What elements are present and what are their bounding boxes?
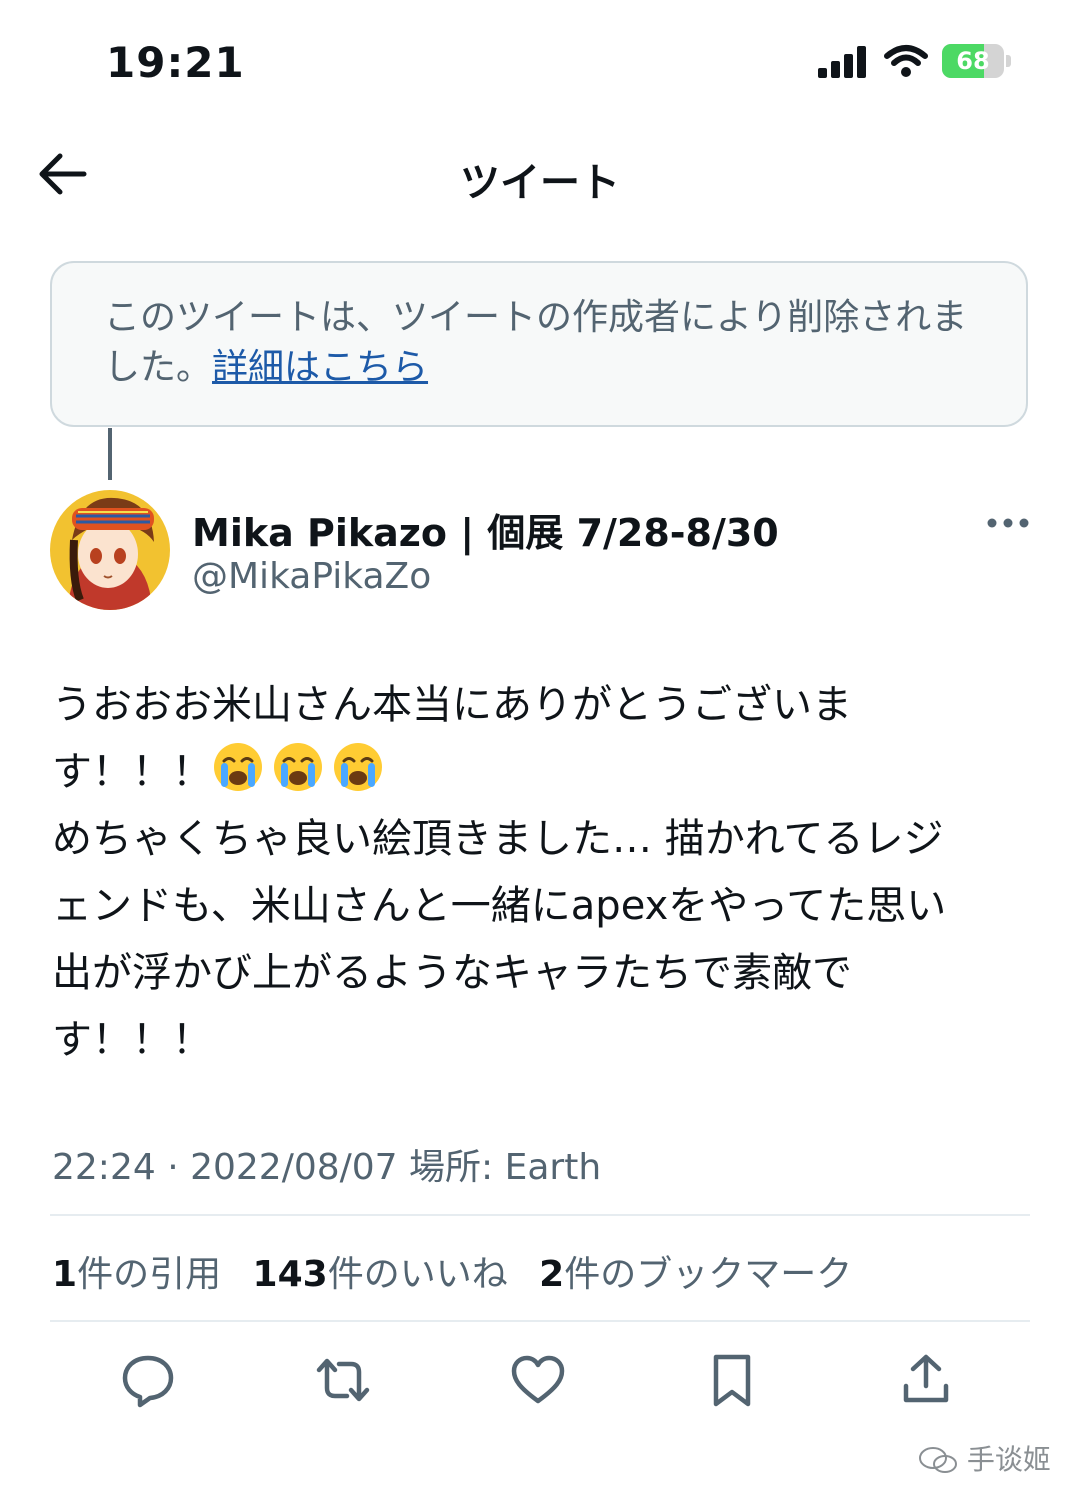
battery-icon: 68 [942,44,1014,80]
wechat-icon [919,1447,957,1473]
retweet-icon[interactable] [315,1352,371,1408]
signal-icon [818,46,866,78]
loudly-crying-face-emoji [334,743,382,791]
details-link[interactable]: 詳細はこちら [212,347,428,388]
tweet-line: 出が浮かび上がるようなキャラたちで素敵で [52,950,852,996]
quotes-count: 1 [52,1254,78,1295]
quotes-label: 件の引用 [77,1254,222,1295]
tweet-place: Earth [504,1147,602,1188]
bookmarks-label: 件のブックマーク [564,1254,853,1295]
more-icon[interactable] [984,508,1032,538]
meta-separator: · [155,1147,191,1188]
tweet-time: 22:24 [52,1147,156,1188]
bookmarks-stat[interactable]: 2件のブックマーク [539,1254,852,1295]
watermark-text: 手谈姬 [966,1443,1051,1476]
display-name[interactable]: Mika Pikazo | 個展 7/28-8/30 [192,502,779,557]
user-handle[interactable]: @MikaPikaZo [192,556,431,597]
tweet-line: ェンドも、米山さんと一緒にapexをやってた思い [52,883,947,929]
avatar[interactable] [50,490,170,610]
loudly-crying-face-emoji [274,743,322,791]
loudly-crying-face-emoji [214,743,262,791]
tweet-line: うおおお米山さん本当にありがとうございま [52,682,852,728]
likes-count: 143 [252,1254,328,1295]
tweet-line: す！！！ [52,1017,212,1063]
place-label: 場所: [409,1147,505,1188]
likes-label: 件のいいね [327,1254,508,1295]
status-time: 19:21 [106,38,245,87]
tweet-text: うおおお米山さん本当にありがとうございま す！！！ めちゃくちゃ良い絵頂きました… [52,672,1022,1074]
page-title: ツイート [460,160,620,206]
deleted-tweet-notice: このツイートは、ツイートの作成者により削除されました。詳細はこちら [50,261,1028,427]
tweet-line: す！！！ [52,749,212,795]
likes-stat[interactable]: 143件のいいね [253,1254,508,1295]
bookmark-icon[interactable] [704,1352,760,1408]
divider [50,1320,1030,1322]
tweet-meta: 22:24 · 2022/08/07 場所: Earth [52,1138,601,1190]
battery-level: 68 [956,47,990,75]
tweet-line: めちゃくちゃ良い絵頂きました… 描かれてるレジ [52,816,944,862]
thread-line [108,428,112,480]
quotes-stat[interactable]: 1件の引用 [52,1254,221,1295]
reply-icon[interactable] [120,1352,176,1408]
like-icon[interactable] [510,1352,566,1408]
bookmarks-count: 2 [539,1254,565,1295]
tweet-stats: 1件の引用 143件のいいね 2件のブックマーク [52,1245,852,1297]
share-icon[interactable] [898,1352,954,1408]
wifi-icon [884,45,928,77]
divider [50,1214,1030,1216]
tweet-date: 2022/08/07 [190,1147,398,1188]
watermark: 手谈姬 [918,1438,1051,1478]
